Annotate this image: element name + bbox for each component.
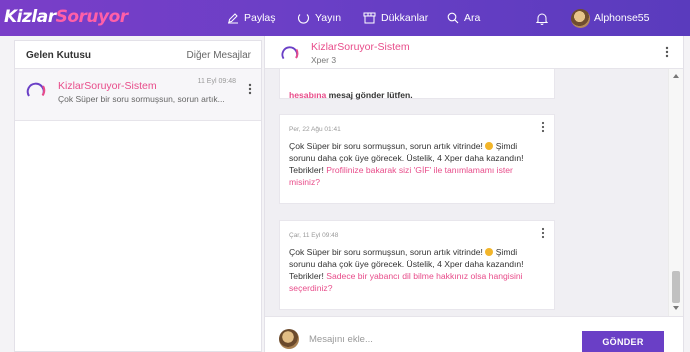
- conversation-preview: Çok Süper bir soru sormuşsun, sorun artı…: [58, 94, 225, 104]
- message-bubble: Çar, 11 Eyl 09:48 Çok Süper bir soru sor…: [279, 220, 555, 310]
- shop-icon: [363, 12, 376, 24]
- scrollbar-thumb[interactable]: [672, 271, 680, 303]
- user-menu[interactable]: Alphonse55: [571, 0, 649, 36]
- message-bubble: hesabına mesaj gönder lütfen.: [279, 69, 555, 100]
- scroll-down-arrow-icon[interactable]: [673, 306, 679, 310]
- top-navigation-bar: KizlarSoruyor Paylaş Yayın Dükkanlar Ara: [0, 0, 690, 36]
- inbox-header: Gelen Kutusu Diğer Mesajlar: [15, 41, 261, 69]
- nav-feed[interactable]: Yayın: [297, 0, 341, 36]
- more-vertical-icon[interactable]: [248, 83, 252, 95]
- inbox-panel: Gelen Kutusu Diğer Mesajlar KizlarSoruyo…: [14, 40, 262, 352]
- pencil-icon: [228, 13, 238, 24]
- chat-contact-level: Xper 3: [311, 55, 337, 65]
- bell-icon: [536, 13, 548, 25]
- message-date: Per, 22 Ağu 01:41: [289, 126, 341, 133]
- nav-share-label: Paylaş: [244, 12, 276, 24]
- chat-panel: KizlarSoruyor-Sistem Xper 3 hesabına mes…: [264, 36, 684, 352]
- chat-contact-name[interactable]: KizlarSoruyor-Sistem: [311, 41, 410, 53]
- search-icon: [447, 12, 459, 24]
- nav-search-label: Ara: [464, 12, 481, 24]
- nav-feed-label: Yayın: [315, 12, 342, 24]
- inbox-title: Gelen Kutusu: [26, 50, 92, 61]
- user-avatar[interactable]: [571, 8, 590, 28]
- nav-shops-label: Dükkanlar: [381, 12, 429, 24]
- more-vertical-icon[interactable]: [665, 46, 669, 58]
- kizlarsoruyor-logo-icon: [281, 46, 299, 62]
- send-button[interactable]: GÖNDER: [582, 331, 664, 352]
- nav-notifications[interactable]: [536, 0, 553, 36]
- site-logo[interactable]: KizlarSoruyor: [4, 7, 128, 27]
- nav-search[interactable]: Ara: [447, 0, 480, 36]
- nav-shops[interactable]: Dükkanlar: [363, 0, 428, 36]
- nav-share[interactable]: Paylaş: [227, 0, 276, 36]
- message-date: Çar, 11 Eyl 09:48: [289, 232, 339, 239]
- username: Alphonse55: [594, 12, 650, 24]
- scroll-up-arrow-icon[interactable]: [673, 74, 679, 78]
- conversation-time: 11 Eyl 09:48: [197, 78, 236, 85]
- my-avatar: [279, 329, 299, 349]
- message-thread: hesabına mesaj gönder lütfen. Per, 22 Ağ…: [265, 69, 668, 316]
- conversation-name: KizlarSoruyor-Sistem: [58, 80, 157, 92]
- message-text: Çok Süper bir soru sormuşsun, sorun artı…: [289, 247, 524, 293]
- other-messages-link[interactable]: Diğer Mesajlar: [187, 50, 251, 61]
- compose-bar: GÖNDER: [265, 316, 683, 352]
- more-vertical-icon[interactable]: [541, 121, 545, 133]
- message-text: Çok Süper bir soru sormuşsun, sorun artı…: [289, 141, 524, 187]
- conversation-item[interactable]: KizlarSoruyor-Sistem 11 Eyl 09:48 Çok Sü…: [15, 69, 261, 121]
- message-input[interactable]: [309, 334, 569, 345]
- broadcast-icon: [297, 13, 310, 24]
- more-vertical-icon[interactable]: [541, 227, 545, 239]
- message-text: hesabına mesaj gönder lütfen.: [289, 90, 413, 100]
- chat-header: KizlarSoruyor-Sistem Xper 3: [265, 36, 683, 69]
- thread-scrollbar[interactable]: [668, 69, 683, 316]
- message-bubble: Per, 22 Ağu 01:41 Çok Süper bir soru sor…: [279, 114, 555, 204]
- kizlarsoruyor-logo-icon: [26, 82, 46, 100]
